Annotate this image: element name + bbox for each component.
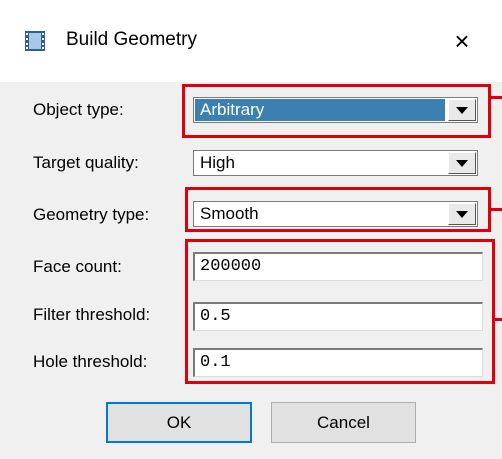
close-button[interactable]: × [440,18,484,64]
chevron-down-icon [456,159,468,167]
face-count-label: Face count: [33,257,122,276]
cancel-button[interactable]: Cancel [271,402,416,443]
title-bar: Build Geometry × [0,0,502,83]
dialog-title: Build Geometry [66,29,197,50]
film-icon [24,30,46,52]
target-quality-label: Target quality: [33,153,139,172]
target-quality-value: High [200,153,235,172]
highlight-thresholds [185,239,495,384]
highlight-leader-line [490,208,502,211]
target-quality-select[interactable]: High [193,150,478,176]
close-icon: × [454,25,470,56]
ok-button[interactable]: OK [106,402,252,443]
hole-threshold-label: Hole threshold: [33,352,148,371]
build-geometry-dialog: Build Geometry × Object type: Arbitrary … [0,0,502,459]
geometry-type-label: Geometry type: [33,205,150,224]
highlight-object-type [182,84,491,138]
highlight-leader-line [490,96,502,99]
highlight-leader-line [494,318,502,321]
filter-threshold-label: Filter threshold: [33,305,151,324]
target-quality-dropdown-button[interactable] [448,152,476,174]
highlight-geometry-type [185,187,491,232]
object-type-label: Object type: [33,100,124,119]
